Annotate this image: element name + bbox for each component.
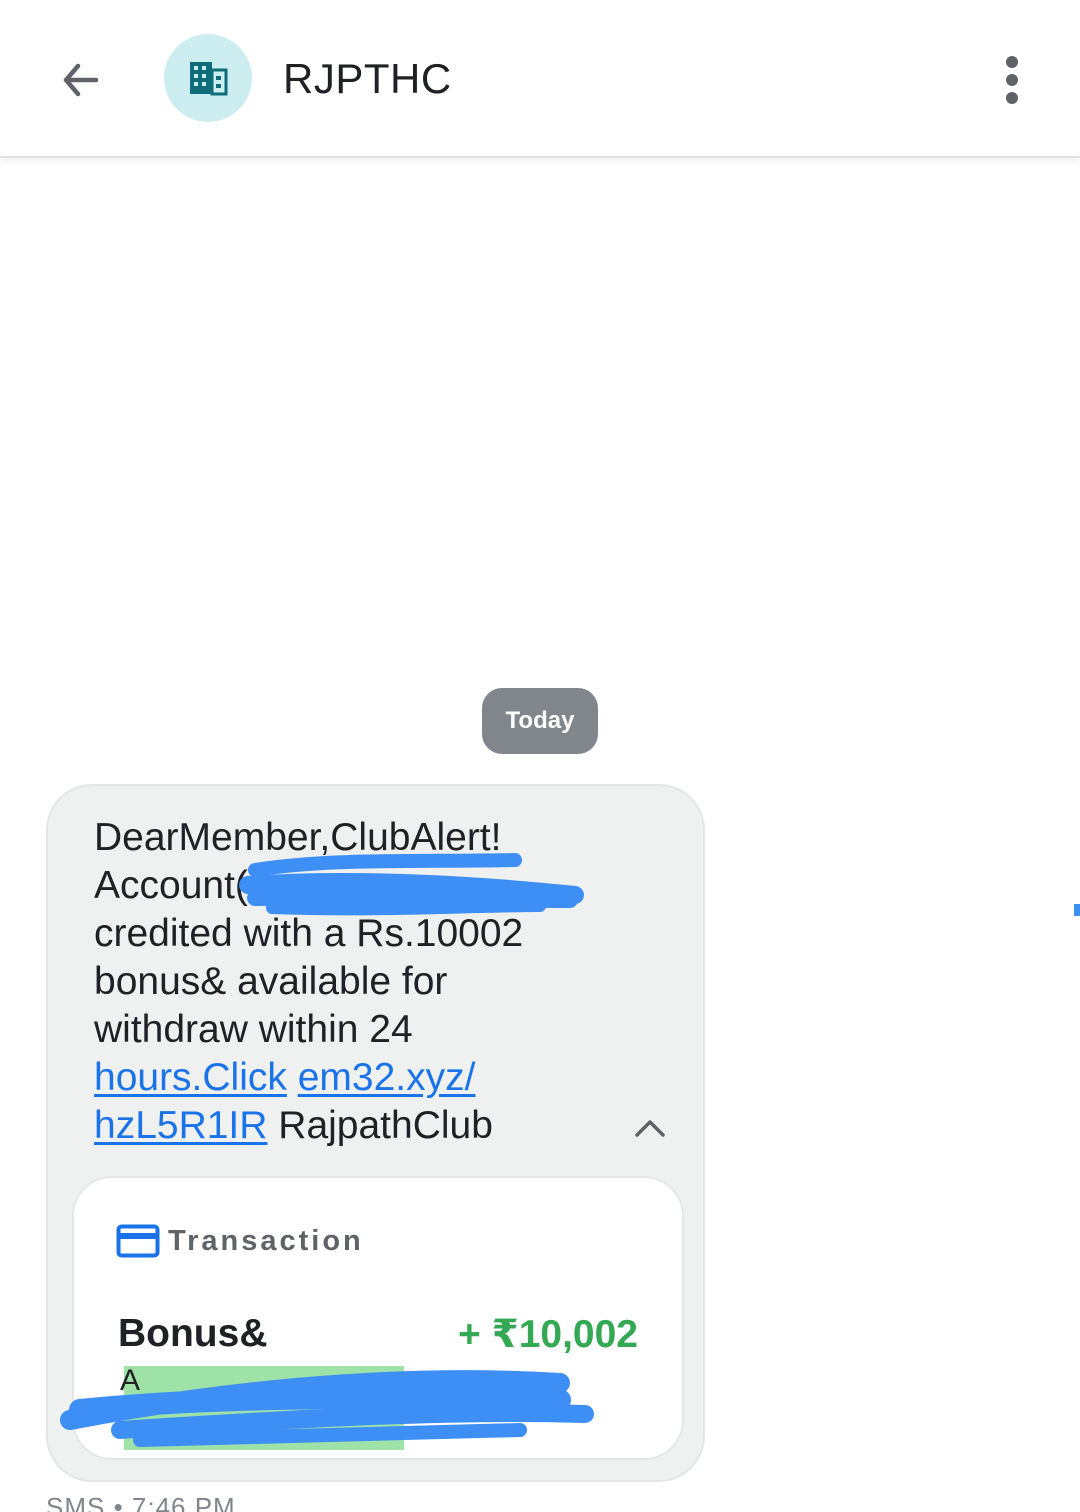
message-text: RajpathClub [278,1104,493,1147]
contact-avatar[interactable] [164,34,252,122]
message-text: Account( [94,864,248,907]
transaction-card-title: Transaction [168,1224,364,1257]
message-link[interactable]: em32.xyz/ [298,1056,476,1099]
arrow-back-icon [63,63,99,97]
transaction-card[interactable]: Transaction Bonus& + ₹10,002 A [72,1176,684,1460]
message-link[interactable]: hours.Click [94,1056,287,1099]
transaction-label: Bonus& [118,1312,268,1355]
more-options-button[interactable] [990,50,1034,110]
message-timestamp: SMS • 7:46 PM [46,1492,236,1512]
transaction-amount: + ₹10,002 [457,1313,638,1356]
back-button[interactable] [44,44,116,116]
business-building-icon [190,62,228,96]
message-line: bonus& available for [94,960,448,1003]
collapse-button[interactable] [628,1106,672,1150]
conversation-title[interactable]: RJPTHC [283,55,452,103]
chevron-up-icon [635,1120,665,1137]
message-bubble[interactable]: DearMember,ClubAlert! Account( credited … [46,784,705,1482]
message-line: credited with a Rs.10002 [94,912,524,955]
more-vertical-icon [1006,56,1018,104]
message-line: DearMember,ClubAlert! [94,816,502,859]
message-line: hzL5R1IR RajpathClub [94,1102,614,1150]
transaction-sub-text: A [120,1364,141,1397]
message-body: DearMember,ClubAlert! Account( credited … [94,814,614,1150]
transaction-card-header: Transaction [116,1224,364,1258]
transaction-sub-label: A [120,1364,404,1450]
date-divider-chip: Today [482,688,598,754]
message-line: Account( [94,862,614,910]
app-bar: RJPTHC [0,0,1080,158]
message-line: hours.Click em32.xyz/ [94,1054,614,1102]
message-link[interactable]: hzL5R1IR [94,1104,267,1147]
message-line: withdraw within 24 [94,1008,413,1051]
messages-conversation-screen: RJPTHC Today DearMember,ClubAlert! Accou… [0,0,1080,1512]
credit-card-icon [116,1224,160,1258]
